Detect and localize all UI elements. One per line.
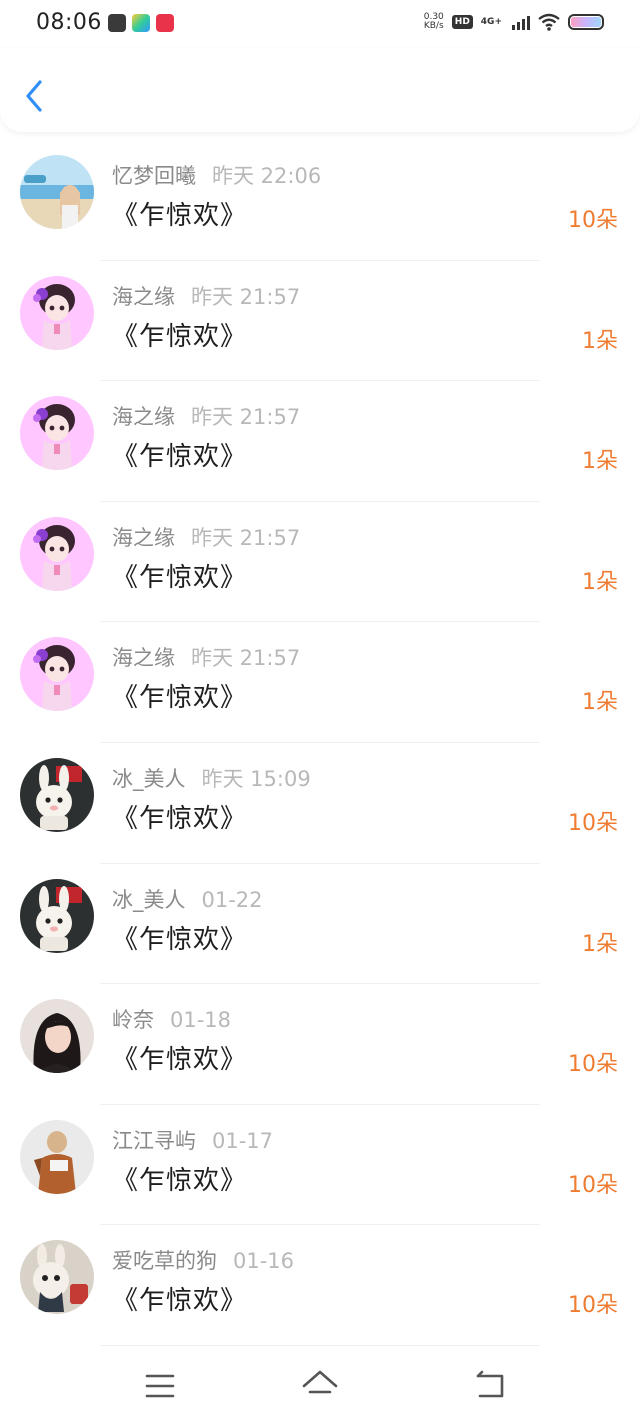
back-icon[interactable] [470, 1366, 510, 1406]
status-time: 08:06 [36, 10, 102, 35]
gift-list-item[interactable]: 海之缘 昨天 21:57 《乍惊欢》 1朵 [0, 502, 640, 623]
app-notification-icon [132, 14, 150, 32]
avatar[interactable] [20, 275, 94, 350]
network-speed: 0.30 KB/s [424, 13, 444, 31]
gift-time: 昨天 22:06 [212, 164, 322, 188]
app-notification-icon [108, 14, 126, 32]
song-title: 《乍惊欢》 [112, 1286, 248, 1317]
gift-time: 昨天 21:57 [191, 284, 301, 309]
gift-list: 忆梦回曦 昨天 22:06 《乍惊欢》 10朵 海之缘 昨天 21:57 《乍惊欢》 1朵 海之… [0, 140, 640, 1346]
app-notification-icon [156, 14, 174, 32]
avatar[interactable] [20, 1119, 94, 1194]
sender-name[interactable]: 冰_美人 [112, 767, 186, 791]
sender-info: 岭奈 01-18 [112, 1004, 231, 1034]
sender-info: 冰_美人 昨天 15:09 [112, 763, 311, 793]
flower-count: 10朵 [568, 1293, 618, 1319]
notification-icons [108, 14, 174, 32]
sender-info: 冰_美人 01-22 [112, 884, 263, 914]
gift-time: 01-17 [212, 1128, 274, 1153]
gift-list-item[interactable]: 忆梦回曦 昨天 22:06 《乍惊欢》 10朵 [0, 140, 640, 261]
sender-name[interactable]: 冰_美人 [112, 888, 186, 912]
gift-list-item[interactable]: 江江寻屿 01-17 《乍惊欢》 10朵 [0, 1105, 640, 1226]
sender-info: 海之缘 昨天 21:57 [112, 281, 300, 311]
gift-list-item[interactable]: 海之缘 昨天 21:57 《乍惊欢》 1朵 [0, 622, 640, 743]
sender-info: 海之缘 昨天 21:57 [112, 522, 300, 552]
gift-list-item[interactable]: 冰_美人 01-22 《乍惊欢》 1朵 [0, 864, 640, 985]
avatar[interactable] [20, 1240, 94, 1315]
flower-count: 1朵 [582, 328, 618, 354]
gift-list-item[interactable]: 海之缘 昨天 21:57 《乍惊欢》 1朵 [0, 261, 640, 382]
menu-icon[interactable] [140, 1366, 180, 1406]
flower-count: 1朵 [582, 449, 618, 475]
wifi-icon [538, 13, 560, 31]
flower-count: 1朵 [582, 569, 618, 595]
song-title: 《乍惊欢》 [112, 1165, 248, 1196]
gift-list-item[interactable]: 冰_美人 昨天 15:09 《乍惊欢》 10朵 [0, 743, 640, 864]
gift-list-item[interactable]: 爱吃草的狗 01-16 《乍惊欢》 10朵 [0, 1225, 640, 1346]
song-title: 《乍惊欢》 [112, 803, 248, 834]
chevron-left-icon[interactable] [22, 78, 46, 114]
song-title: 《乍惊欢》 [112, 924, 248, 955]
avatar[interactable] [20, 878, 94, 953]
gift-time: 01-16 [233, 1249, 295, 1274]
gift-time: 昨天 21:57 [191, 525, 301, 550]
sender-info: 江江寻屿 01-17 [112, 1125, 273, 1155]
gift-time: 01-22 [201, 887, 263, 912]
song-title: 《乍惊欢》 [112, 562, 248, 593]
flower-count: 1朵 [582, 690, 618, 716]
hd-icon: HD [451, 15, 473, 29]
sender-name[interactable]: 海之缘 [112, 405, 175, 429]
status-indicators: 0.30 KB/s HD 4G+ [424, 13, 604, 31]
song-title: 《乍惊欢》 [112, 442, 248, 473]
sender-name[interactable]: 爱吃草的狗 [112, 1249, 217, 1273]
gift-time: 01-18 [170, 1008, 232, 1033]
song-title: 《乍惊欢》 [112, 683, 248, 714]
flower-count: 1朵 [582, 931, 618, 957]
avatar[interactable] [20, 155, 94, 229]
battery-icon [568, 14, 604, 30]
avatar[interactable] [20, 999, 94, 1074]
flower-count: 10朵 [568, 1052, 618, 1078]
sender-info: 海之缘 昨天 21:57 [112, 642, 300, 672]
avatar[interactable] [20, 637, 94, 712]
sender-info: 忆梦回曦 昨天 22:06 [112, 160, 321, 190]
song-title: 《乍惊欢》 [112, 1045, 248, 1076]
divider [100, 1344, 540, 1346]
flower-count: 10朵 [568, 208, 618, 233]
gift-time: 昨天 15:09 [201, 766, 311, 791]
sender-name[interactable]: 岭奈 [112, 1008, 154, 1032]
gift-list-item[interactable]: 海之缘 昨天 21:57 《乍惊欢》 1朵 [0, 381, 640, 502]
gift-time: 昨天 21:57 [191, 646, 301, 671]
sender-name[interactable]: 海之缘 [112, 285, 175, 309]
sender-name[interactable]: 江江寻屿 [112, 1129, 196, 1153]
sender-name[interactable]: 海之缘 [112, 646, 175, 670]
sender-name[interactable]: 忆梦回曦 [112, 164, 196, 188]
sender-name[interactable]: 海之缘 [112, 526, 175, 550]
song-title: 《乍惊欢》 [112, 201, 248, 231]
network-speed-unit: KB/s [423, 21, 444, 31]
home-icon[interactable] [300, 1366, 340, 1406]
flower-count: 10朵 [568, 1172, 618, 1198]
gift-time: 昨天 21:57 [191, 405, 301, 430]
network-type-label: 4G+ [480, 17, 502, 27]
system-nav-bar [0, 1352, 640, 1422]
signal-icon [512, 14, 530, 30]
avatar[interactable] [20, 396, 94, 471]
song-title: 《乍惊欢》 [112, 321, 248, 352]
gift-list-item[interactable]: 岭奈 01-18 《乍惊欢》 10朵 [0, 984, 640, 1105]
top-header [0, 48, 640, 132]
sender-info: 爱吃草的狗 01-16 [112, 1245, 294, 1275]
flower-count: 10朵 [568, 810, 618, 836]
avatar[interactable] [20, 757, 94, 832]
status-bar: 08:06 0.30 KB/s HD 4G+ [0, 0, 640, 48]
avatar[interactable] [20, 516, 94, 591]
sender-info: 海之缘 昨天 21:57 [112, 401, 300, 431]
